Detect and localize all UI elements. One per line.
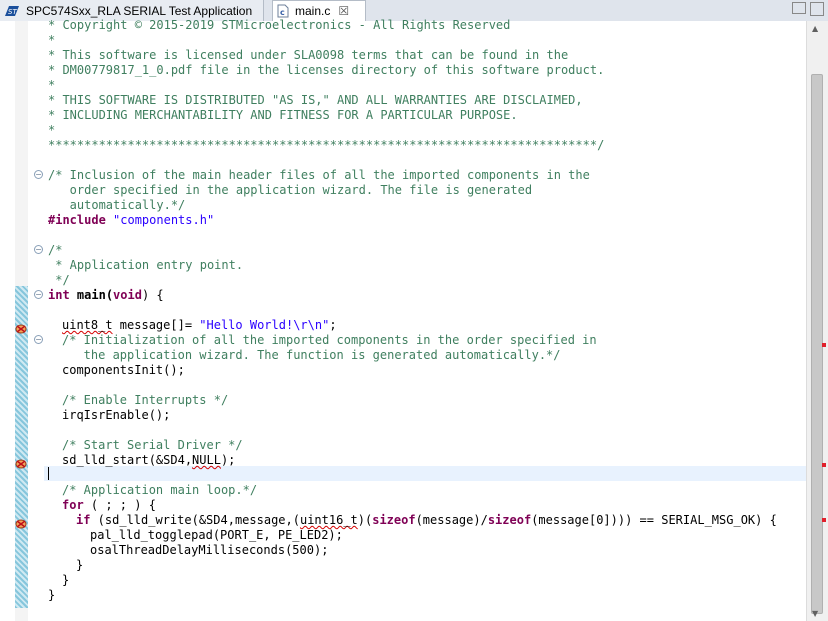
null-token: NULL [192, 453, 221, 467]
overview-error-marker[interactable] [822, 518, 826, 522]
code-text: ) { [141, 288, 164, 302]
code-line: ****************************************… [48, 138, 605, 152]
code-line: * Application entry point. [48, 258, 244, 272]
keyword: sizeof [487, 513, 532, 527]
type-name: uint8_t [62, 318, 113, 332]
type-name: uint16_t [299, 513, 358, 527]
vertical-scrollbar[interactable]: ▲ ▼ [806, 21, 828, 621]
code-line: irqIsrEnable(); [62, 408, 171, 422]
code-line: sd_lld_start(&SD4,NULL); [62, 453, 235, 468]
code-line: pal_lld_togglepad(PORT_E, PE_LED2); [90, 528, 343, 542]
close-icon[interactable]: ☒ [338, 4, 349, 18]
code-text: ( ; ; ) { [83, 498, 156, 512]
code-line: /* [48, 243, 63, 257]
code-line: automatically.*/ [48, 198, 186, 212]
tab-label: SPC574Sxx_RLA SERIAL Test Application [26, 3, 253, 18]
code-line: componentsInit(); [62, 363, 185, 377]
code-line: } [62, 573, 70, 587]
svg-text:c: c [280, 8, 285, 17]
code-line: /* Enable Interrupts */ [62, 393, 229, 407]
code-line: for ( ; ; ) { [62, 498, 156, 513]
tab-label: main.c [295, 4, 331, 18]
fold-collapse-icon[interactable]: − [34, 245, 43, 254]
code-text: sd_lld_start(&SD4, [62, 453, 193, 467]
code-line: /* Initialization of all the imported co… [62, 333, 597, 347]
keyword: for [62, 498, 84, 512]
code-line: the application wizard. The function is … [62, 348, 561, 362]
code-line: if (sd_lld_write(&SD4,message,(uint16_t)… [76, 513, 777, 528]
code-line: * [48, 123, 56, 137]
error-marker-icon[interactable] [14, 455, 28, 469]
function-name: main( [76, 288, 114, 302]
code-line: */ [48, 273, 70, 287]
svg-text:ST: ST [8, 8, 17, 16]
overview-error-marker[interactable] [822, 343, 826, 347]
overview-error-marker[interactable] [822, 463, 826, 467]
code-text: ; [329, 318, 337, 332]
code-line: * [48, 78, 56, 92]
code-text: )( [357, 513, 373, 527]
current-line-highlight [44, 466, 806, 481]
fold-collapse-icon[interactable]: − [34, 335, 43, 344]
include-keyword: #include [48, 213, 106, 227]
string-literal: "Hello World!\r\n" [199, 318, 330, 332]
code-text: ); [220, 453, 236, 467]
error-marker-icon[interactable] [14, 320, 28, 334]
code-line: int main(void) { [48, 288, 164, 303]
code-line: order specified in the application wizar… [48, 183, 533, 197]
code-line: /* Application main loop.*/ [62, 483, 258, 497]
code-line: } [76, 558, 84, 572]
code-line: * THIS SOFTWARE IS DISTRIBUTED "AS IS," … [48, 93, 583, 107]
code-text: (message[0]))) == SERIAL_MSG_OK) { [531, 513, 777, 527]
keyword: if [76, 513, 91, 527]
code-line: uint8_t message[]= "Hello World!\r\n"; [62, 318, 337, 333]
keyword: sizeof [372, 513, 416, 527]
scroll-down-icon[interactable]: ▼ [812, 609, 818, 618]
text-caret [48, 467, 49, 480]
fold-collapse-icon[interactable]: − [34, 170, 43, 179]
code-line: * [48, 33, 56, 47]
code-line: * INCLUDING MERCHANTABILITY AND FITNESS … [48, 108, 518, 122]
code-line: osalThreadDelayMilliseconds(500); [90, 543, 329, 557]
code-line: /* Start Serial Driver */ [62, 438, 243, 452]
fold-collapse-icon[interactable]: − [34, 290, 43, 299]
c-file-icon: c [277, 4, 289, 18]
code-text: (message)/ [415, 513, 488, 527]
code-line: #include "components.h" [48, 213, 214, 228]
scroll-up-icon[interactable]: ▲ [812, 24, 818, 33]
st-logo-icon: ST [4, 5, 20, 17]
code-line: * Copyright © 2015-2019 STMicroelectroni… [48, 18, 511, 32]
keyword: int [48, 288, 70, 302]
maximize-icon[interactable] [810, 2, 824, 16]
code-text: (sd_lld_write(&SD4,message,( [90, 513, 300, 527]
minimize-icon[interactable] [792, 2, 806, 14]
code-line: } [48, 588, 56, 602]
code-text: message[]= [112, 318, 200, 332]
keyword: void [113, 288, 142, 302]
code-line: * DM00779817_1_0.pdf file in the license… [48, 63, 605, 77]
error-marker-icon[interactable] [14, 515, 28, 529]
code-line: * This software is licensed under SLA009… [48, 48, 569, 62]
code-line: /* Inclusion of the main header files of… [48, 168, 590, 182]
string-literal: "components.h" [113, 213, 215, 227]
